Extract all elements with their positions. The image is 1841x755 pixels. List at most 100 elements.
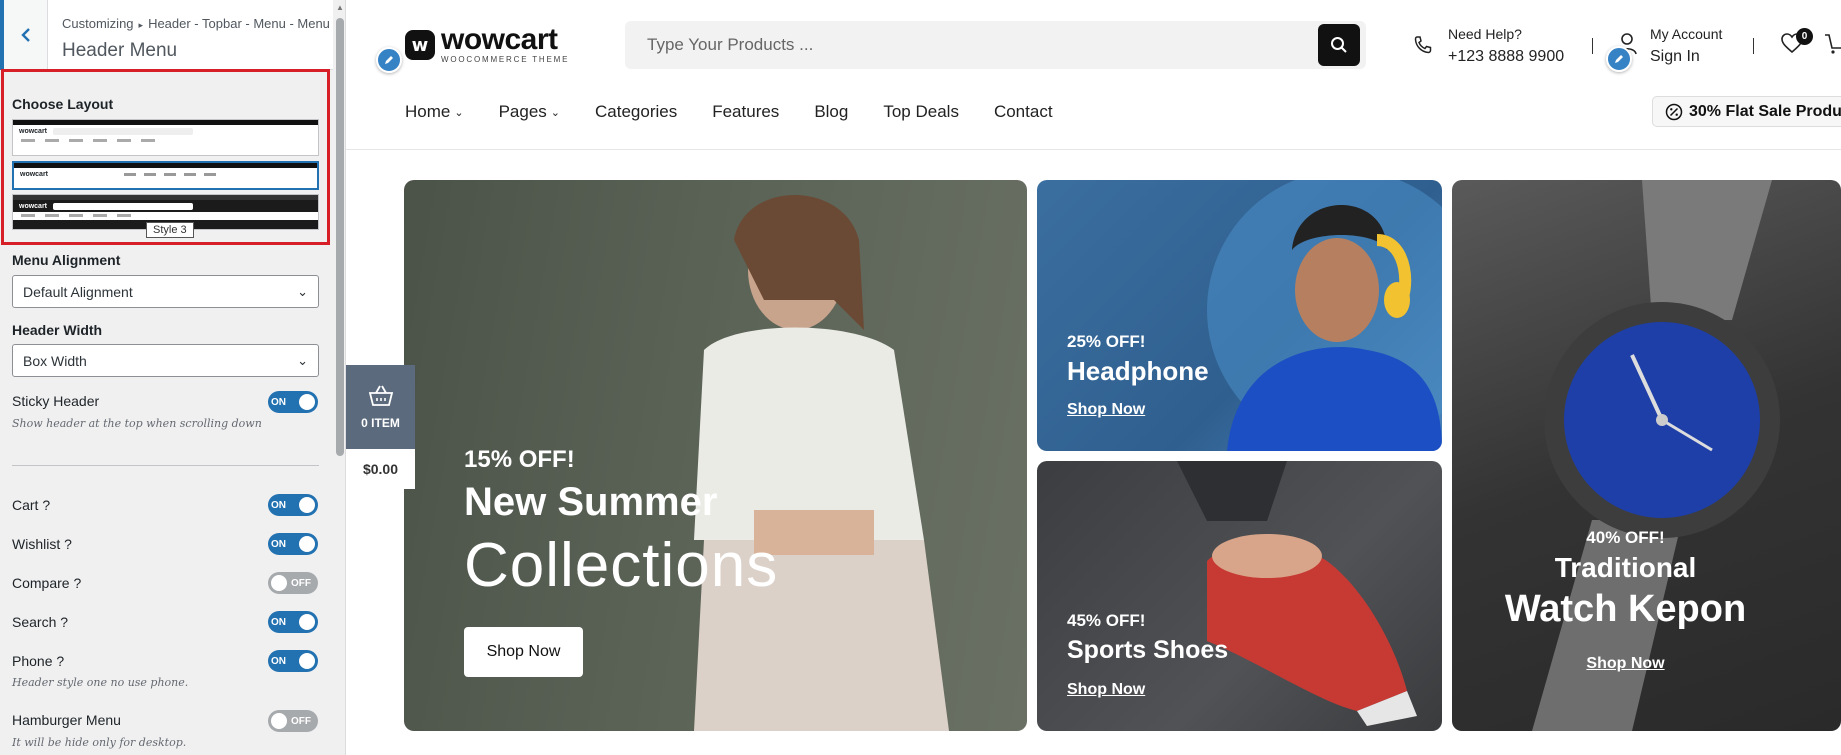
search-input[interactable] bbox=[625, 21, 1305, 69]
search-icon bbox=[1331, 37, 1347, 53]
banner-sports-shoes[interactable]: 45% OFF! Sports Shoes Shop Now bbox=[1037, 461, 1442, 731]
wishlist-toggle[interactable]: ON bbox=[268, 533, 318, 555]
cart-toggle[interactable]: ON bbox=[268, 494, 318, 516]
banner-headphone[interactable]: 25% OFF! Headphone Shop Now bbox=[1037, 180, 1442, 451]
mini-cart-total: $0.00 bbox=[346, 449, 415, 489]
choose-layout-label: Choose Layout bbox=[12, 96, 114, 112]
phone-option-description: Header style one no use phone. bbox=[12, 676, 189, 689]
header-width-value: Box Width bbox=[23, 352, 87, 369]
nav-contact[interactable]: Contact bbox=[994, 102, 1053, 122]
menu-alignment-value: Default Alignment bbox=[23, 283, 133, 300]
phone-toggle[interactable]: ON bbox=[268, 650, 318, 672]
discount-icon bbox=[1665, 103, 1683, 120]
menu-alignment-select[interactable]: Default Alignment ⌄ bbox=[12, 275, 319, 308]
nav-top-deals[interactable]: Top Deals bbox=[883, 102, 959, 122]
hamburger-menu-toggle[interactable]: OFF bbox=[268, 710, 318, 732]
main-banner-line2: Collections bbox=[464, 531, 779, 600]
banner-watch[interactable]: 40% OFF! Traditional Watch Kepon Shop No… bbox=[1452, 180, 1841, 731]
chevron-down-icon: ⌄ bbox=[550, 106, 560, 119]
nav-blog[interactable]: Blog bbox=[814, 102, 848, 122]
chevron-left-icon bbox=[20, 28, 30, 42]
scrollbar-thumb[interactable] bbox=[336, 18, 344, 456]
wishlist-option-label: Wishlist ? bbox=[12, 536, 72, 552]
main-banner-discount: 15% OFF! bbox=[464, 446, 575, 473]
hamburger-menu-description: It will be hide only for desktop. bbox=[12, 736, 187, 749]
header-divider bbox=[1753, 38, 1754, 54]
watch-banner-line2: Watch Kepon bbox=[1504, 588, 1747, 630]
customizer-sidebar: Customizing ▸ Header - Topbar - Menu - Men… bbox=[0, 0, 346, 755]
chevron-down-icon: ⌄ bbox=[297, 352, 308, 368]
layout-option-style-1[interactable]: wowcart bbox=[12, 119, 319, 156]
section-header: Customizing ▸ Header - Topbar - Menu - Men… bbox=[0, 0, 333, 70]
wishlist-button[interactable]: 0 bbox=[1780, 28, 1813, 59]
mini-cart-item-count: 0 ITEM bbox=[361, 416, 400, 430]
scroll-up-icon[interactable]: ▲ bbox=[336, 3, 344, 12]
shoes-banner-discount: 45% OFF! bbox=[1067, 611, 1146, 630]
compare-option-label: Compare ? bbox=[12, 575, 82, 591]
main-banner-shop-button[interactable]: Shop Now bbox=[464, 627, 583, 677]
site-preview: w wowcart WOOCOMMERCE THEME Need Help? bbox=[346, 0, 1841, 755]
logo-name: wowcart bbox=[441, 23, 558, 56]
site-logo[interactable]: w wowcart WOOCOMMERCE THEME bbox=[405, 23, 570, 64]
banner-summer-collection[interactable]: 15% OFF! New Summer Collections Shop Now bbox=[404, 180, 1027, 731]
customizer-app: Customizing ▸ Header - Topbar - Menu - Men… bbox=[0, 0, 1841, 755]
main-banner-line1: New Summer bbox=[464, 480, 718, 524]
sale-text: 30% Flat Sale Products bbox=[1689, 102, 1841, 120]
phone-icon bbox=[1414, 36, 1432, 54]
hamburger-menu-label: Hamburger Menu bbox=[12, 712, 121, 728]
wishlist-count-badge: 0 bbox=[1796, 28, 1813, 45]
help-phone: +123 8888 9900 bbox=[1448, 48, 1565, 65]
layout-tooltip: Style 3 bbox=[146, 222, 194, 238]
section-divider bbox=[12, 465, 319, 466]
edit-logo-shortcut-pencil-icon[interactable] bbox=[376, 47, 402, 73]
breadcrumb-section: Header - Topbar - Menu bbox=[148, 16, 286, 31]
headphone-banner-title: Headphone bbox=[1067, 356, 1209, 386]
breadcrumb-separator-icon: ▸ bbox=[138, 20, 144, 30]
nav-pages[interactable]: Pages ⌄ bbox=[499, 102, 560, 122]
wristwatch-image bbox=[1532, 180, 1780, 731]
nav-features[interactable]: Features bbox=[712, 102, 779, 122]
cart-button[interactable] bbox=[1824, 32, 1841, 61]
logo-tagline: WOOCOMMERCE THEME bbox=[441, 55, 570, 64]
account-title: My Account bbox=[1650, 26, 1723, 42]
watch-banner-shop-link[interactable]: Shop Now bbox=[1452, 655, 1799, 673]
sticky-header-toggle[interactable]: ON bbox=[268, 391, 318, 413]
sale-badge[interactable]: 30% Flat Sale Products bbox=[1652, 96, 1841, 127]
nav-categories[interactable]: Categories bbox=[595, 102, 677, 122]
cart-option-label: Cart ? bbox=[12, 497, 51, 513]
search-toggle[interactable]: ON bbox=[268, 611, 318, 633]
product-search bbox=[625, 21, 1366, 69]
account-action: Sign In bbox=[1650, 48, 1700, 65]
help-title: Need Help? bbox=[1448, 26, 1522, 42]
logo-mark-icon: w bbox=[405, 30, 435, 60]
headphone-banner-shop-link[interactable]: Shop Now bbox=[1067, 401, 1145, 419]
chevron-down-icon: ⌄ bbox=[297, 283, 308, 299]
breadcrumb: Customizing ▸ Header - Topbar - Menu - Men… bbox=[62, 16, 330, 31]
chevron-down-icon: ⌄ bbox=[454, 106, 464, 119]
help-contact[interactable]: Need Help? +123 8888 9900 bbox=[1412, 26, 1564, 66]
search-option-label: Search ? bbox=[12, 614, 69, 630]
edit-account-shortcut-pencil-icon[interactable] bbox=[1606, 46, 1632, 72]
phone-option-label: Phone ? bbox=[12, 653, 65, 669]
header-width-label: Header Width bbox=[12, 322, 103, 338]
shoes-banner-title: Sports Shoes bbox=[1067, 636, 1229, 664]
main-navigation: Home ⌄ Pages ⌄ Categories Features Blog To… bbox=[405, 102, 1088, 122]
shoes-banner-shop-link[interactable]: Shop Now bbox=[1067, 681, 1145, 699]
sticky-header-description: Show header at the top when scrolling do… bbox=[12, 417, 262, 430]
header-divider bbox=[1592, 38, 1593, 54]
floating-mini-cart[interactable]: 0 ITEM $0.00 bbox=[346, 365, 415, 489]
cart-icon bbox=[1825, 34, 1841, 54]
breadcrumb-root: Customizing bbox=[62, 16, 134, 31]
header-width-select[interactable]: Box Width ⌄ bbox=[12, 344, 319, 377]
layout-option-style-2[interactable]: wowcart bbox=[12, 161, 319, 190]
section-title: Header Menu bbox=[62, 40, 178, 61]
basket-icon bbox=[368, 385, 393, 406]
sticky-header-label: Sticky Header bbox=[12, 393, 100, 409]
headphone-banner-discount: 25% OFF! bbox=[1067, 332, 1146, 351]
back-button[interactable] bbox=[0, 0, 48, 70]
watch-banner-line1: Traditional bbox=[1554, 552, 1697, 583]
search-button[interactable] bbox=[1318, 24, 1360, 66]
compare-toggle[interactable]: OFF bbox=[268, 572, 318, 594]
sidebar-scrollbar[interactable]: ▲ bbox=[334, 0, 345, 755]
nav-home[interactable]: Home ⌄ bbox=[405, 102, 464, 122]
